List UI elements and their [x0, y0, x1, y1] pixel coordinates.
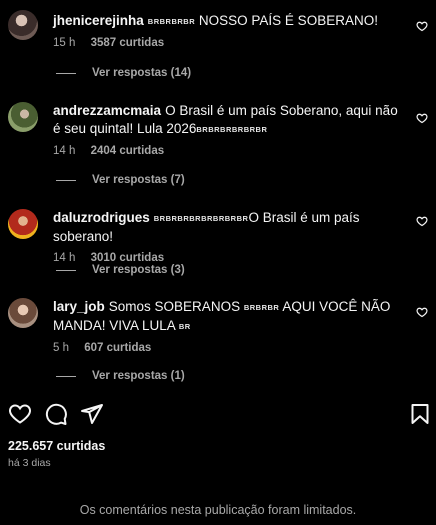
comment-text: daluzrodrigues BRBRBRBRBRBRBRBRO Brasil é… [53, 209, 408, 246]
comment-text: andrezzamcmaia O Brasil é um país Soberan… [53, 102, 408, 139]
post-action-bar [8, 402, 429, 426]
view-replies-button[interactable]: Ver respostas (14) [56, 67, 191, 79]
replies-divider [56, 269, 76, 271]
comment-username[interactable]: andrezzamcmaia [53, 103, 161, 118]
comment-time: 14 h [53, 252, 76, 264]
comment-time: 5 h [53, 342, 69, 354]
comment-likes[interactable]: 607 curtidas [84, 342, 151, 354]
replies-divider [56, 72, 76, 74]
avatar[interactable] [8, 209, 38, 239]
comment-meta: 14 h 2404 curtidas [53, 145, 408, 157]
view-replies-label[interactable]: Ver respostas (3) [92, 264, 185, 276]
avatar[interactable] [8, 102, 38, 132]
view-replies-button[interactable]: Ver respostas (1) [56, 370, 185, 382]
post-timestamp: há 3 dias [8, 457, 51, 469]
view-replies-label[interactable]: Ver respostas (14) [92, 67, 191, 79]
flag-emojis: BRBRBRBRBRBR [196, 125, 268, 134]
heart-icon[interactable] [8, 402, 32, 426]
comment-time: 15 h [53, 37, 76, 49]
flag-emoji: BR [178, 322, 191, 331]
replies-divider [56, 375, 76, 377]
comment-username[interactable]: lary_job [53, 299, 105, 314]
replies-divider [56, 179, 76, 181]
comment-content: NOSSO PAÍS É SOBERANO! [198, 13, 378, 28]
view-replies-button[interactable]: Ver respostas (7) [56, 174, 185, 186]
comment-meta: 14 h 3010 curtidas [53, 252, 408, 264]
avatar[interactable] [8, 298, 38, 328]
flag-emojis: BRBRBR [243, 303, 280, 312]
comment-likes[interactable]: 2404 curtidas [91, 145, 165, 157]
avatar[interactable] [8, 10, 38, 40]
heart-icon[interactable] [416, 112, 428, 124]
comment-time: 14 h [53, 145, 76, 157]
share-icon[interactable] [80, 402, 104, 426]
comment-username[interactable]: daluzrodrigues [53, 210, 150, 225]
comment-meta: 15 h 3587 curtidas [53, 37, 408, 49]
view-replies-button[interactable]: Ver respostas (3) [56, 264, 185, 276]
comment-content: Somos SOBERANOS [108, 299, 241, 314]
comment-text: lary_job Somos SOBERANOS BRBRBR AQUI VOCÊ… [53, 298, 408, 336]
comments-limited-notice: Os comentários nesta publicação foram li… [79, 503, 357, 517]
view-replies-label[interactable]: Ver respostas (1) [92, 370, 185, 382]
heart-icon[interactable] [416, 20, 428, 32]
heart-icon[interactable] [416, 215, 428, 227]
comment-icon[interactable] [44, 402, 68, 426]
flag-emojis: BRBRBRBRBRBRBRBR [153, 214, 249, 223]
comment-likes[interactable]: 3587 curtidas [91, 37, 165, 49]
comment-meta: 5 h 607 curtidas [53, 342, 408, 354]
comment-likes[interactable]: 3010 curtidas [91, 252, 165, 264]
bookmark-icon[interactable] [408, 402, 432, 426]
comment-username[interactable]: jhenicerejinha [53, 13, 144, 28]
heart-icon[interactable] [416, 306, 428, 318]
flag-emojis: BRBRBRBR [147, 17, 196, 26]
view-replies-label[interactable]: Ver respostas (7) [92, 174, 185, 186]
comment-text: jhenicerejinha BRBRBRBR NOSSO PAÍS É SOBE… [53, 12, 408, 31]
post-likes-count[interactable]: 225.657 curtidas [8, 439, 105, 453]
